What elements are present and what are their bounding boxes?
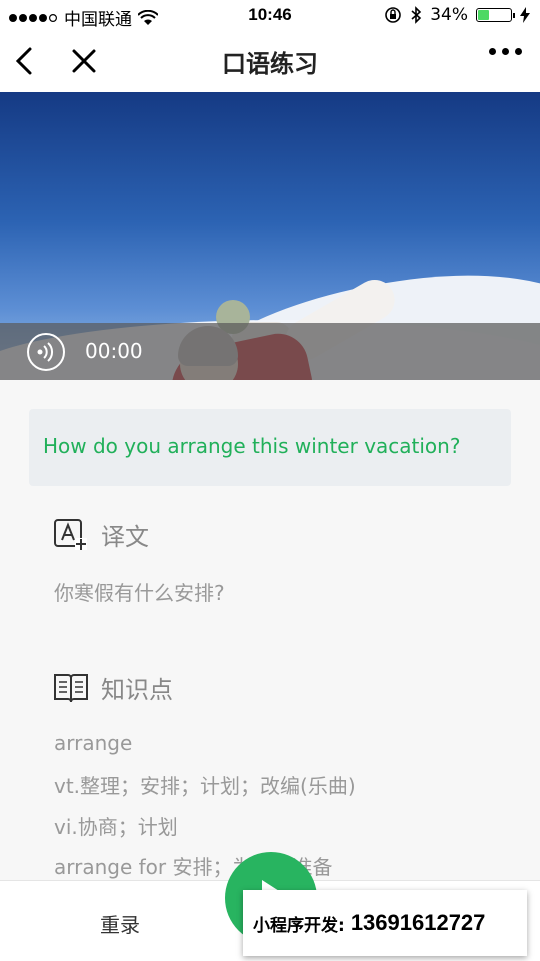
status-bar: 中国联通 10:46 34% <box>0 0 540 30</box>
translate-icon <box>54 518 87 550</box>
translation-header: 译文 <box>53 517 149 552</box>
charging-bolt-icon <box>520 7 530 23</box>
battery-icon <box>476 8 515 22</box>
knowledge-label: 知识点 <box>101 676 173 704</box>
audio-time: 00:00 <box>85 339 143 363</box>
bluetooth-icon <box>411 6 422 24</box>
knowledge-header: 知识点 <box>53 670 173 705</box>
more-dots-icon[interactable] <box>489 48 522 55</box>
rerecord-button[interactable]: 重录 <box>100 909 140 938</box>
sentence-text: How do you arrange this winter vacation? <box>43 434 461 458</box>
book-icon <box>54 673 88 702</box>
hero-image: 00:00 <box>0 92 540 380</box>
sentence-card: How do you arrange this winter vacation? <box>29 409 511 486</box>
translation-label: 译文 <box>101 523 149 551</box>
watermark-phone: 13691612727 <box>350 910 486 935</box>
watermark-label: 小程序开发: <box>253 915 345 936</box>
nav-bar: 口语练习 <box>0 30 540 92</box>
knowledge-line: arrange <box>54 731 133 755</box>
battery-percent: 34% <box>430 5 468 25</box>
audio-player-bar: 00:00 <box>0 323 540 380</box>
audio-wave-icon[interactable] <box>27 333 65 371</box>
watermark-banner: 小程序开发: 13691612727 <box>243 890 527 956</box>
status-right: 34% <box>384 5 530 25</box>
rotation-lock-icon <box>385 7 402 23</box>
knowledge-line: vi.协商；计划 <box>54 815 178 839</box>
page-title: 口语练习 <box>222 50 318 78</box>
translation-text: 你寒假有什么安排? <box>54 581 225 605</box>
knowledge-line: vt.整理；安排；计划；改编(乐曲) <box>54 774 356 798</box>
